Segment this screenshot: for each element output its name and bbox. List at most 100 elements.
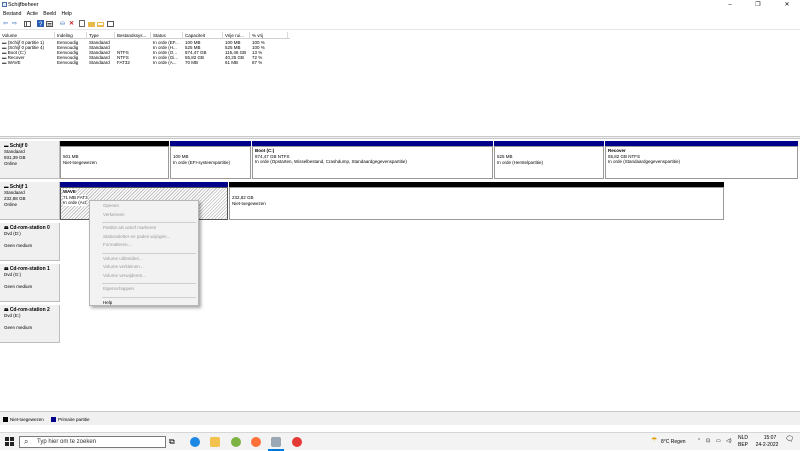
- context-menu-item-stationsletter-en-paden-wijzigen[interactable]: Stationsletter en paden wijzigen...: [103, 234, 170, 240]
- col-header-free-space[interactable]: Vrije rui...: [223, 32, 250, 39]
- partition-status: In orde (Act: [63, 200, 87, 206]
- clock-time[interactable]: 15:07: [760, 435, 780, 441]
- context-menu-item-partitie-als-actief-markeren[interactable]: Partitie als actief markeren: [103, 225, 156, 231]
- disk0-partition-recovery[interactable]: 525 MB In orde (Herstelpartitie): [494, 146, 604, 179]
- legend-unallocated: Niet-toegewezen: [3, 417, 44, 422]
- language-bep[interactable]: BEP: [738, 442, 748, 448]
- close-button[interactable]: ✕: [777, 1, 797, 9]
- search-placeholder: Typ hier om te zoeken: [37, 439, 97, 445]
- properties-icon[interactable]: [46, 20, 53, 27]
- task-view-icon[interactable]: ⧉: [169, 437, 179, 447]
- display-icon[interactable]: ▭: [716, 438, 721, 444]
- menu-actie[interactable]: Actie: [27, 10, 38, 18]
- cell-free-space: 61 MB: [225, 60, 239, 65]
- col-header-layout[interactable]: Indeling: [55, 32, 87, 39]
- menu-separator: [102, 222, 196, 223]
- cell-volume-name: ▬ WAVE: [0, 60, 55, 65]
- network-icon[interactable]: ⊡: [706, 438, 710, 444]
- disk0-partition-boot[interactable]: Boot (C:) 874,47 GB NTFS In orde (Opstar…: [252, 146, 493, 179]
- disk0-label[interactable]: ▬ Schijf 0 Standaard 931,39 GB Online: [0, 141, 60, 179]
- title-bar: Schijfbeheer – ❐ ✕: [0, 0, 800, 10]
- volume-name-text: WAVE: [7, 60, 21, 65]
- disk1-partition-unallocated[interactable]: 232,82 GB Niet-toegewezen: [229, 187, 724, 220]
- menu-bestand[interactable]: Bestand: [3, 10, 21, 18]
- cdrom-drive-icon: 🖴: [4, 225, 9, 230]
- legend-unallocated-swatch: [3, 417, 8, 422]
- weather-icon[interactable]: ☂: [651, 437, 657, 444]
- open-folder-icon[interactable]: [97, 20, 104, 27]
- weather-text[interactable]: 8°C Regen: [661, 439, 686, 445]
- connect-disk-icon[interactable]: ⛀: [59, 20, 66, 27]
- disk-management-taskbar-icon[interactable]: [271, 437, 281, 447]
- cell-type: Standaard: [89, 60, 110, 65]
- context-menu-item-volume-verwijderen[interactable]: Volume verwijderen...: [103, 273, 146, 279]
- menu-bar: Bestand Actie Beeld Help: [0, 10, 800, 18]
- console-tree-icon[interactable]: [24, 20, 31, 27]
- legend-primary-swatch: [51, 417, 56, 422]
- context-menu-item-eigenschappen[interactable]: Eigenschappen: [103, 286, 134, 292]
- minimize-button[interactable]: –: [720, 1, 740, 9]
- col-header-type[interactable]: Type: [87, 32, 115, 39]
- firefox-icon[interactable]: [251, 437, 261, 447]
- col-header-volume[interactable]: Volume: [0, 32, 55, 39]
- disk0-partition-efi[interactable]: 100 MB In orde (EFI-systeempartitie): [170, 146, 251, 179]
- check-icon[interactable]: [78, 20, 85, 27]
- cdrom0-label[interactable]: 🖴 Cd-rom-station 0 Dvd (D:) Geen medium: [0, 223, 60, 261]
- cdrom2-label[interactable]: 🖴 Cd-rom-station 2 Dvd (E:) Geen medium: [0, 305, 60, 343]
- cell-layout: Eenvoudig: [57, 60, 79, 65]
- forward-arrow-icon[interactable]: ⇨: [11, 20, 18, 27]
- cell-status: In orde (A...: [153, 60, 177, 65]
- media-player-icon[interactable]: [292, 437, 302, 447]
- volume-icon[interactable]: ◁): [726, 438, 732, 444]
- clock-date[interactable]: 24-2-2022: [753, 442, 781, 448]
- partition-status: Niet-toegewezen: [63, 159, 97, 165]
- context-menu-item-help[interactable]: Help: [103, 300, 112, 306]
- tray-chevron-icon[interactable]: ⌃: [697, 438, 701, 444]
- context-menu-item-formatteren[interactable]: Formatteren...: [103, 242, 131, 248]
- language-nld[interactable]: NLD: [738, 435, 748, 441]
- cdrom1-drive: Dvd (G:): [4, 272, 22, 277]
- partition-status: In orde (Herstelpartitie): [497, 159, 544, 165]
- col-header-filesystem[interactable]: Bestandssys...: [115, 32, 151, 39]
- menu-beeld[interactable]: Beeld: [43, 10, 56, 18]
- context-menu-item-verkennen[interactable]: Verkennen: [103, 212, 125, 218]
- view-icon[interactable]: [107, 20, 114, 27]
- photos-app-icon[interactable]: [231, 437, 241, 447]
- delete-icon[interactable]: ✕: [68, 20, 75, 27]
- cdrom2-media: Geen medium: [4, 325, 33, 330]
- disk0-partition-recover[interactable]: Recover 55,82 GB NTFS In orde (Standaard…: [605, 146, 798, 179]
- context-menu-item-volume-uitbreiden[interactable]: Volume uitbreiden...: [103, 256, 143, 262]
- partition-status: Niet-toegewezen: [232, 200, 266, 206]
- taskbar-search-box[interactable]: ⌕ Typ hier om te zoeken: [19, 436, 166, 448]
- col-header-status[interactable]: Status: [151, 32, 183, 39]
- start-button[interactable]: [5, 437, 14, 448]
- legend-primary: Primaire partitie: [51, 417, 90, 422]
- menu-help[interactable]: Help: [61, 10, 71, 18]
- taskbar: ⌕ Typ hier om te zoeken ⧉ ☂ 8°C Regen ⌃ …: [0, 432, 800, 451]
- notifications-icon[interactable]: 🗨: [785, 436, 794, 443]
- partition-status: In orde (EFI-systeempartitie): [173, 159, 231, 165]
- toolbar: ⇦ ⇨ ? ⛀ ✕: [0, 18, 800, 30]
- context-menu-item-openen[interactable]: Openen: [103, 203, 119, 209]
- context-menu-item-volume-verkleinen[interactable]: Volume verkleinen...: [103, 264, 144, 270]
- cdrom-drive-icon: 🖴: [4, 307, 9, 312]
- menu-separator: [102, 296, 196, 298]
- col-header-percent-free[interactable]: % vrij: [250, 32, 288, 39]
- cdrom-drive-icon: 🖴: [4, 266, 9, 271]
- help-icon[interactable]: ?: [37, 20, 44, 27]
- disk0-partition-unallocated[interactable]: 501 MB Niet-toegewezen: [60, 146, 169, 179]
- maximize-button[interactable]: ❐: [748, 1, 768, 9]
- cdrom0-media: Geen medium: [4, 243, 33, 248]
- cdrom1-label[interactable]: 🖴 Cd-rom-station 1 Dvd (G:) Geen medium: [0, 264, 60, 302]
- edge-browser-icon[interactable]: [190, 437, 200, 447]
- col-header-capacity[interactable]: Capaciteit: [183, 32, 223, 39]
- back-arrow-icon[interactable]: ⇦: [2, 20, 9, 27]
- disk1-label[interactable]: ▬ Schijf 1 Standaard 232,88 GB Online: [0, 182, 60, 220]
- volume-row[interactable]: ▬ WAVE Eenvoudig Standaard FAT32 In orde (A.…: [0, 60, 290, 65]
- cdrom2-drive: Dvd (E:): [4, 313, 21, 318]
- disk-icon: ▬: [4, 184, 9, 189]
- folder-icon[interactable]: [88, 20, 95, 27]
- cell-filesystem: FAT32: [117, 60, 130, 65]
- file-explorer-icon[interactable]: [210, 437, 220, 447]
- menu-separator: [102, 252, 196, 254]
